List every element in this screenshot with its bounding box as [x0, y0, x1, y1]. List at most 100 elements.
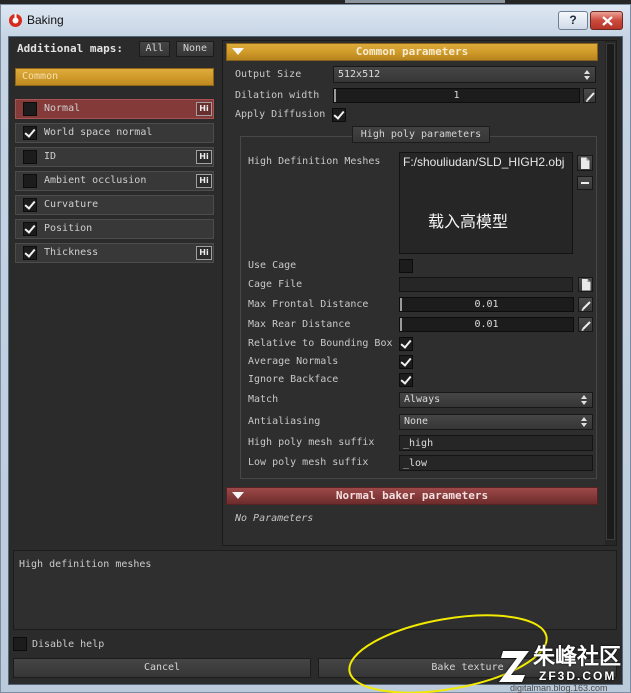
slider-handle[interactable]	[334, 89, 336, 102]
dropdown-value: None	[404, 416, 429, 427]
common-group-item[interactable]: Common	[15, 68, 214, 86]
cage-file-label: Cage File	[248, 279, 303, 290]
map-item-world-space-normal[interactable]: World space normal Hi	[15, 123, 214, 143]
dilation-width-slider[interactable]: 1	[333, 88, 580, 103]
cage-file-browse-button[interactable]	[578, 277, 593, 292]
antialiasing-dropdown[interactable]: None	[399, 414, 593, 430]
list-item[interactable]: F:/shouliudan/SLD_HIGH2.obj	[403, 155, 564, 169]
max-rear-distance-slider[interactable]: 0.01	[399, 317, 574, 332]
ignore-backface-checkbox[interactable]	[399, 373, 413, 387]
slider-value: 0.01	[474, 299, 499, 310]
close-icon	[602, 16, 613, 26]
window-title: Baking	[27, 13, 64, 27]
use-cage-checkbox[interactable]	[399, 259, 413, 273]
collapse-triangle-icon	[232, 492, 244, 499]
background-strip-segment	[345, 0, 505, 3]
map-item-curvature[interactable]: Curvature Hi	[15, 195, 214, 215]
file-icon	[581, 157, 590, 169]
spinner-arrows-icon	[581, 395, 588, 405]
watermark-blog: digitalman.blog.163.com	[510, 683, 608, 693]
dropdown-value: Always	[404, 394, 441, 405]
map-item-thickness[interactable]: Thickness Hi	[15, 243, 214, 263]
disable-help-checkbox[interactable]	[13, 637, 27, 651]
map-checkbox[interactable]	[23, 126, 37, 140]
low-poly-mesh-suffix-field[interactable]	[399, 455, 593, 471]
high-definition-meshes-label: High Definition Meshes	[248, 156, 381, 167]
map-item-normal[interactable]: Normal Hi	[15, 99, 214, 119]
high-poly-badge: Hi	[196, 174, 212, 188]
zf3d-logo-icon	[499, 651, 529, 682]
map-checkbox[interactable]	[23, 102, 37, 116]
spinner-arrows-icon	[581, 417, 588, 427]
slider-handle[interactable]	[400, 298, 402, 311]
help-text: High definition meshes	[19, 559, 152, 570]
max-rear-distance-edit-button[interactable]	[578, 317, 593, 332]
relative-to-bounding-box-label: Relative to Bounding Box	[248, 338, 393, 349]
map-label: Curvature	[44, 199, 99, 210]
map-item-ambient-occlusion[interactable]: Ambient occlusion Hi	[15, 171, 214, 191]
map-label: Ambient occlusion	[44, 175, 147, 186]
map-checkbox[interactable]	[23, 246, 37, 260]
map-label: ID	[44, 151, 57, 162]
map-label: World space normal	[44, 127, 153, 138]
pencil-icon	[581, 321, 591, 331]
map-checkbox[interactable]	[23, 198, 37, 212]
match-dropdown[interactable]: Always	[399, 392, 593, 408]
max-frontal-distance-label: Max Frontal Distance	[248, 299, 369, 310]
apply-diffusion-label: Apply Diffusion	[235, 109, 326, 120]
no-parameters-text: No Parameters	[235, 513, 314, 524]
map-checkbox[interactable]	[23, 222, 37, 236]
select-none-button[interactable]: None	[176, 41, 214, 57]
annotation-text: 载入高模型	[428, 212, 509, 231]
slider-value: 1	[453, 90, 460, 101]
remove-mesh-button[interactable]	[577, 176, 593, 190]
slider-value: 0.01	[474, 319, 499, 330]
add-mesh-button[interactable]	[577, 155, 593, 171]
dilation-width-edit-button[interactable]	[583, 88, 596, 103]
common-parameters-header[interactable]: Common parameters	[226, 43, 598, 61]
map-label: Thickness	[44, 247, 99, 258]
collapse-triangle-icon	[232, 48, 244, 55]
low-poly-mesh-suffix-label: Low poly mesh suffix	[248, 457, 369, 468]
output-size-dropdown[interactable]: 512x512	[333, 66, 596, 83]
close-button[interactable]	[590, 11, 623, 30]
map-checkbox[interactable]	[23, 150, 37, 164]
max-frontal-distance-slider[interactable]: 0.01	[399, 297, 574, 312]
map-item-id[interactable]: ID Hi	[15, 147, 214, 167]
select-all-button[interactable]: All	[139, 41, 170, 57]
high-poly-badge: Hi	[196, 150, 212, 164]
substance-logo-icon	[9, 13, 22, 27]
relative-to-bounding-box-checkbox[interactable]	[399, 337, 413, 351]
map-label: Normal	[44, 103, 81, 114]
dilation-width-label: Dilation width	[235, 90, 320, 101]
watermark-brand: 朱峰社区	[533, 645, 622, 670]
pencil-icon	[586, 92, 595, 102]
high-poly-mesh-suffix-field[interactable]	[399, 435, 593, 451]
use-cage-label: Use Cage	[248, 260, 297, 271]
map-checkbox[interactable]	[23, 174, 37, 188]
cage-file-field[interactable]	[399, 277, 573, 292]
help-button[interactable]: ?	[558, 11, 588, 30]
map-label: Position	[44, 223, 93, 234]
minus-icon	[581, 182, 589, 184]
slider-handle[interactable]	[400, 318, 402, 331]
antialiasing-label: Antialiasing	[248, 416, 321, 427]
pencil-icon	[581, 301, 591, 311]
normal-baker-parameters-header[interactable]: Normal baker parameters	[226, 487, 598, 505]
average-normals-checkbox[interactable]	[399, 355, 413, 369]
parameters-scrollbar-thumb[interactable]	[606, 43, 615, 540]
file-icon	[582, 279, 591, 291]
section-title: Normal baker parameters	[335, 489, 489, 502]
high-poly-mesh-suffix-label: High poly mesh suffix	[248, 437, 375, 448]
cancel-button[interactable]: Cancel	[13, 658, 311, 678]
match-label: Match	[248, 394, 279, 405]
spinner-arrows-icon	[584, 69, 591, 80]
max-frontal-distance-edit-button[interactable]	[578, 297, 593, 312]
dropdown-value: 512x512	[338, 69, 381, 80]
section-title: Common parameters	[355, 45, 469, 58]
map-item-position[interactable]: Position Hi	[15, 219, 214, 239]
high-poly-parameters-tab[interactable]: High poly parameters	[352, 126, 490, 143]
apply-diffusion-checkbox[interactable]	[332, 108, 346, 122]
disable-help-label: Disable help	[32, 639, 105, 650]
high-poly-badge: Hi	[196, 246, 212, 260]
